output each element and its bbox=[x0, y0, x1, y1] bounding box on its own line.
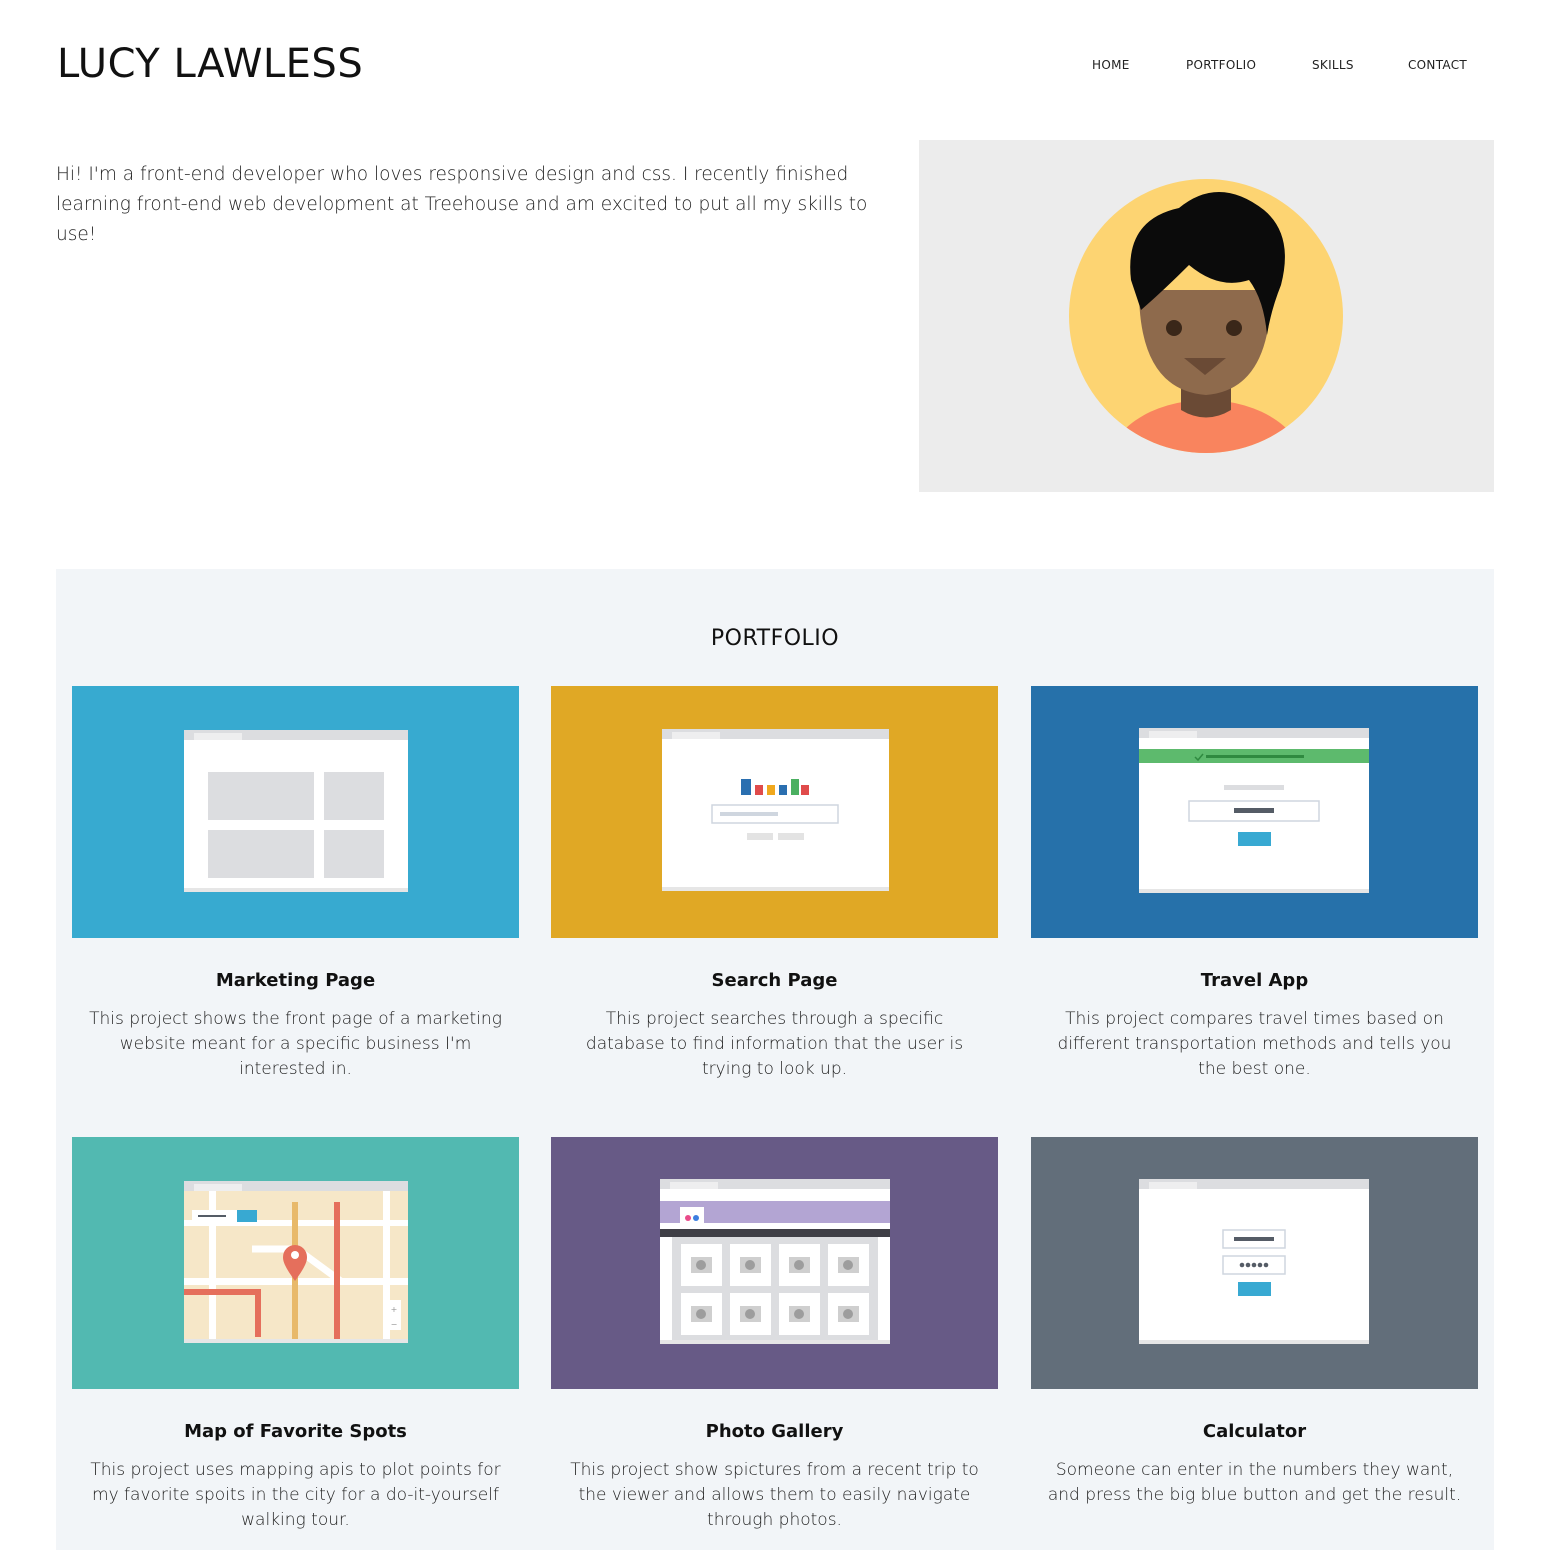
project-description: This project uses mapping apis to plot p… bbox=[90, 1460, 501, 1530]
project-card-calculator[interactable]: Calculator Someone can enter in the numb… bbox=[1031, 1137, 1478, 1508]
svg-text:−: − bbox=[391, 1320, 398, 1329]
nav-home[interactable]: HOME bbox=[1092, 58, 1130, 72]
project-card-map[interactable]: + − Map of Favorite Spots This project u… bbox=[72, 1137, 519, 1533]
project-title[interactable]: Map of Favorite Spots bbox=[72, 1421, 519, 1442]
map-illustration: + − bbox=[72, 1137, 519, 1389]
project-thumbnail[interactable]: + − bbox=[72, 1137, 519, 1389]
project-description: This project searches through a specific… bbox=[585, 1009, 964, 1079]
project-description: This project shows the front page of a m… bbox=[89, 1009, 502, 1079]
project-card-travel[interactable]: Travel App This project compares travel … bbox=[1031, 686, 1478, 1082]
project-title[interactable]: Marketing Page bbox=[72, 970, 519, 991]
intro-text: Hi! I'm a front-end developer who loves … bbox=[56, 164, 868, 245]
project-card-gallery[interactable]: Photo Gallery This project show spicture… bbox=[551, 1137, 998, 1533]
project-thumbnail[interactable] bbox=[1031, 1137, 1478, 1389]
portfolio-title: PORTFOLIO bbox=[710, 626, 840, 651]
project-thumbnail[interactable] bbox=[551, 1137, 998, 1389]
project-title[interactable]: Photo Gallery bbox=[551, 1421, 998, 1442]
nav-portfolio[interactable]: PORTFOLIO bbox=[1186, 58, 1256, 72]
portfolio-section: PORTFOLIO Marketing Page This project sh… bbox=[56, 569, 1494, 1550]
project-description: This project show spictures from a recen… bbox=[570, 1460, 979, 1530]
project-title[interactable]: Search Page bbox=[551, 970, 998, 991]
travel-app-illustration bbox=[1031, 686, 1478, 938]
project-card-marketing[interactable]: Marketing Page This project shows the fr… bbox=[72, 686, 519, 1082]
nav-skills[interactable]: SKILLS bbox=[1312, 58, 1354, 72]
main-nav: HOME PORTFOLIO SKILLS CONTACT bbox=[0, 58, 1550, 78]
svg-text:+: + bbox=[391, 1305, 398, 1314]
marketing-page-illustration bbox=[72, 686, 519, 938]
project-title[interactable]: Calculator bbox=[1031, 1421, 1478, 1442]
avatar-illustration bbox=[1069, 179, 1343, 453]
project-title[interactable]: Travel App bbox=[1031, 970, 1478, 991]
project-description: Someone can enter in the numbers they wa… bbox=[1047, 1460, 1462, 1505]
photo-gallery-illustration bbox=[551, 1137, 998, 1389]
project-description: This project compares travel times based… bbox=[1057, 1009, 1452, 1079]
project-card-search[interactable]: Search Page This project searches throug… bbox=[551, 686, 998, 1082]
search-page-illustration bbox=[551, 686, 998, 938]
project-thumbnail[interactable] bbox=[551, 686, 998, 938]
project-thumbnail[interactable] bbox=[1031, 686, 1478, 938]
avatar-panel bbox=[919, 140, 1494, 492]
nav-contact[interactable]: CONTACT bbox=[1408, 58, 1467, 72]
project-thumbnail[interactable] bbox=[72, 686, 519, 938]
calculator-illustration bbox=[1031, 1137, 1478, 1389]
